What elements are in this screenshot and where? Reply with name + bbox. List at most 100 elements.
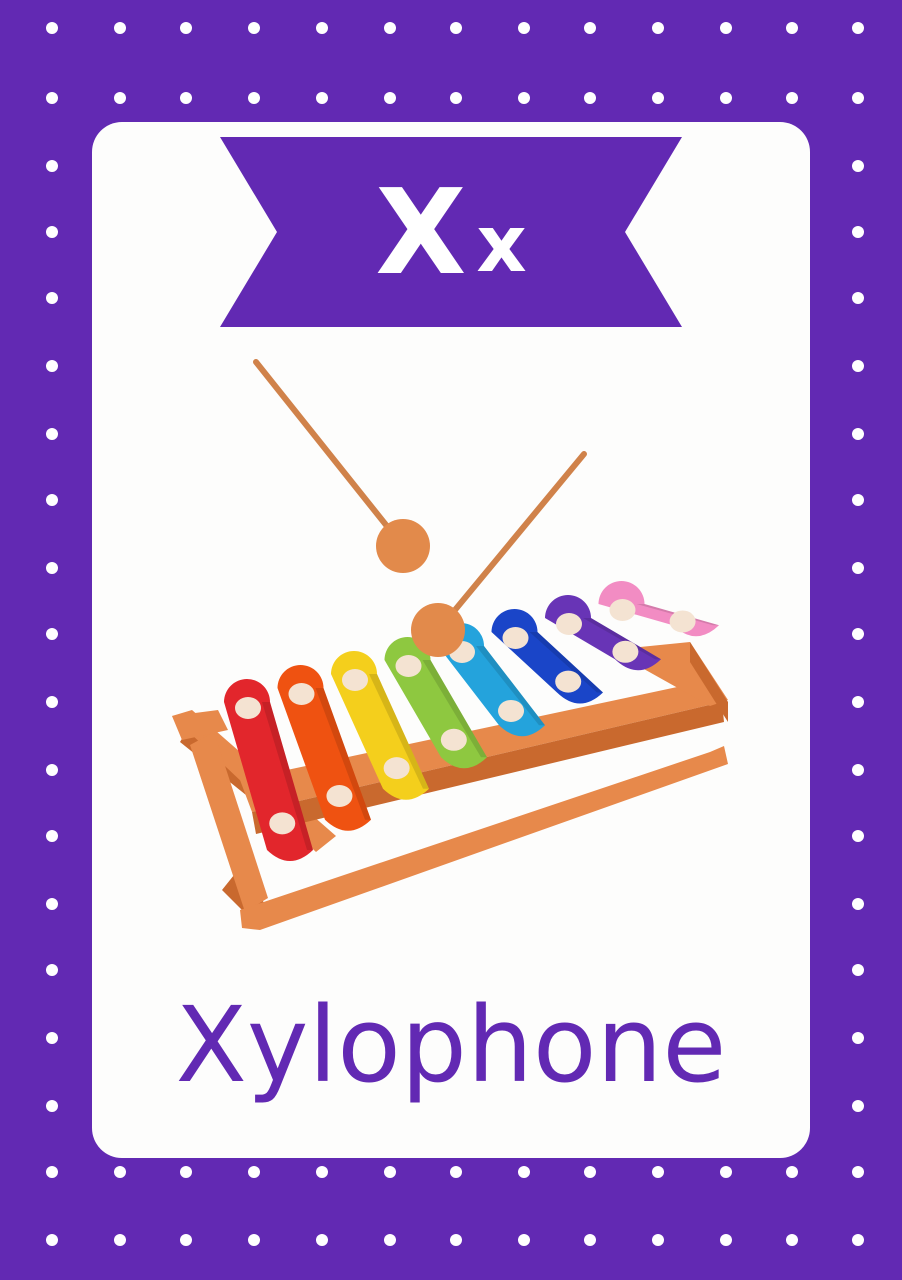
border-dot	[852, 292, 864, 304]
border-dot	[652, 22, 664, 34]
xylophone-bar	[598, 581, 719, 637]
border-dot	[114, 22, 126, 34]
border-dot	[786, 92, 798, 104]
border-dot	[450, 22, 462, 34]
border-dot	[46, 428, 58, 440]
bar-nail	[556, 613, 582, 635]
border-dot	[852, 360, 864, 372]
mallet-stick-right	[447, 451, 587, 619]
mallet-stick-left	[253, 359, 401, 543]
flashcard: X x Xylophone	[0, 0, 902, 1280]
border-dot	[584, 92, 596, 104]
card-word: Xylophone	[175, 984, 727, 1106]
border-dot	[384, 92, 396, 104]
border-dot	[852, 494, 864, 506]
border-dot	[46, 226, 58, 238]
border-dot	[584, 22, 596, 34]
border-dot	[720, 92, 732, 104]
border-dot	[46, 562, 58, 574]
border-dot	[652, 1166, 664, 1178]
border-dot	[786, 22, 798, 34]
bar-nail	[502, 627, 529, 649]
border-dot	[46, 1100, 58, 1112]
xylophone-icon	[172, 359, 728, 930]
border-dot	[114, 92, 126, 104]
border-dot	[518, 1234, 530, 1246]
border-dot	[518, 92, 530, 104]
border-dot	[652, 1234, 664, 1246]
border-dot	[248, 92, 260, 104]
border-dot	[46, 494, 58, 506]
mallet-head-right	[411, 603, 465, 657]
border-dot	[316, 1234, 328, 1246]
border-dot	[786, 1166, 798, 1178]
border-dot	[46, 898, 58, 910]
bar-nail	[555, 670, 582, 693]
border-dot	[852, 22, 864, 34]
border-dot	[46, 1234, 58, 1246]
border-dot	[46, 764, 58, 776]
border-dot	[180, 92, 192, 104]
border-dot	[852, 92, 864, 104]
border-dot	[720, 1234, 732, 1246]
border-dot	[720, 22, 732, 34]
bar-nail	[669, 610, 696, 633]
border-dot	[248, 22, 260, 34]
border-dot	[180, 1166, 192, 1178]
bar-nail	[326, 784, 353, 807]
border-dot	[852, 428, 864, 440]
letter-pair: X x	[220, 137, 682, 327]
border-dot	[852, 1234, 864, 1246]
border-dot	[46, 160, 58, 172]
border-dot	[852, 696, 864, 708]
bar-nail	[395, 655, 422, 677]
border-dot	[450, 1234, 462, 1246]
letter-uppercase: X	[375, 163, 467, 301]
border-dot	[46, 1166, 58, 1178]
border-dot	[852, 628, 864, 640]
border-dot	[46, 360, 58, 372]
border-dot	[450, 92, 462, 104]
border-dot	[852, 764, 864, 776]
border-dot	[46, 830, 58, 842]
border-dot	[852, 160, 864, 172]
bar-nail	[235, 697, 261, 719]
border-dot	[852, 226, 864, 238]
border-dot	[46, 1032, 58, 1044]
border-dot	[180, 22, 192, 34]
mallet-head-left	[376, 519, 430, 573]
border-dot	[852, 1166, 864, 1178]
border-dot	[852, 1032, 864, 1044]
border-dot	[248, 1166, 260, 1178]
border-dot	[46, 292, 58, 304]
border-dot	[584, 1234, 596, 1246]
bar-nail	[342, 669, 368, 691]
border-dot	[46, 628, 58, 640]
border-dot	[384, 1166, 396, 1178]
bar-nail	[498, 699, 525, 722]
bar-nail	[609, 599, 636, 621]
bar-nail	[440, 728, 467, 751]
border-dot	[316, 1166, 328, 1178]
letter-lowercase: x	[476, 200, 527, 290]
border-dot	[852, 562, 864, 574]
border-dot	[384, 1234, 396, 1246]
border-dot	[518, 22, 530, 34]
border-dot	[248, 1234, 260, 1246]
bar-nail	[269, 812, 296, 835]
bar-nail	[612, 640, 639, 663]
border-dot	[852, 830, 864, 842]
border-dot	[384, 22, 396, 34]
border-dot	[720, 1166, 732, 1178]
border-dot	[652, 92, 664, 104]
border-dot	[46, 696, 58, 708]
border-dot	[852, 1100, 864, 1112]
border-dot	[786, 1234, 798, 1246]
border-dot	[518, 1166, 530, 1178]
border-dot	[114, 1166, 126, 1178]
border-dot	[316, 22, 328, 34]
border-dot	[46, 92, 58, 104]
border-dot	[316, 92, 328, 104]
border-dot	[450, 1166, 462, 1178]
border-dot	[584, 1166, 596, 1178]
